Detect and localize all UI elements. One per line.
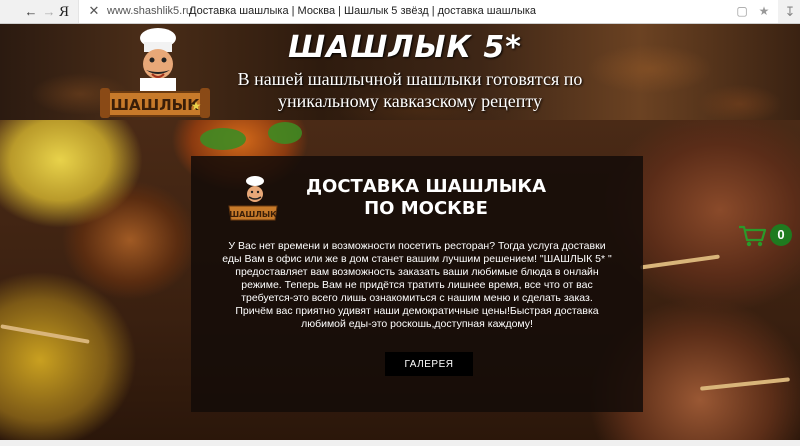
site-header: ШАШЛЫК ★ ШАШЛЫК 5* В нашей шашлычной шаш… [0,24,800,120]
site-subtitle: В нашей шашлычной шашлыки готовятся по у… [237,69,583,111]
svg-text:★: ★ [191,99,202,113]
page-bottom-edge [0,440,800,446]
close-icon[interactable]: ✕ [87,3,101,19]
svg-text:ШАШЛЫК: ШАШЛЫК [229,210,277,219]
svg-text:ШАШЛЫК: ШАШЛЫК [111,96,201,114]
skewer-decoration [640,254,720,270]
herb-decoration [200,128,246,150]
cart-icon[interactable] [738,224,766,248]
download-icon[interactable]: ↧ [783,4,797,20]
address-bar[interactable]: ✕ www.shashlik5.ru Доставка шашлыка | Мо… [78,0,778,23]
delivery-info-panel: ШАШЛЫК ДОСТАВКА ШАШЛЫКА ПО МОСКВЕ У Вас … [191,156,643,412]
herb-decoration [268,122,302,144]
page-title: Доставка шашлыка | Москва | Шашлык 5 звё… [189,5,537,17]
shashlik-logo-small: ШАШЛЫК [228,176,278,221]
site-title: ШАШЛЫК 5* [288,30,522,65]
gallery-button[interactable]: ГАЛЕРЕЯ [385,352,473,376]
browser-toolbar: ← → Я ✕ www.shashlik5.ru Доставка шашлык… [0,0,800,24]
skewer-decoration [0,324,90,344]
panel-description: У Вас нет времени и возможности посетить… [222,240,612,330]
forward-arrow-icon[interactable]: → [40,3,58,21]
panel-title: ДОСТАВКА ШАШЛЫКА ПО МОСКВЕ [305,176,547,219]
url-domain: www.shashlik5.ru [107,5,192,17]
skewer-decoration [700,377,790,391]
back-arrow-icon[interactable]: ← [22,3,40,21]
cart-count-badge: 0 [770,224,792,246]
reader-mode-icon[interactable]: ▢ [735,4,749,18]
yandex-logo[interactable]: Я [58,3,70,21]
cart-widget[interactable]: 0 [738,222,792,248]
bookmark-star-icon[interactable]: ★ [757,4,771,18]
